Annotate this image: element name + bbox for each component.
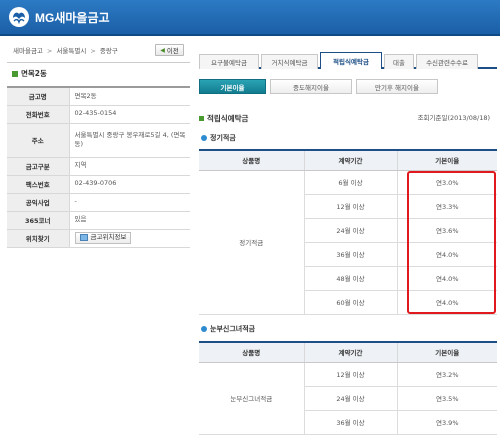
info-value: 면목2동 (69, 87, 190, 106)
product-name-cell: 눈부신그녀적금 (199, 362, 305, 435)
info-key: 주소 (7, 123, 70, 158)
header-divider (0, 34, 500, 36)
tab-loan[interactable]: 대출 (384, 54, 414, 69)
term-cell: 12월 이상 (304, 194, 398, 219)
mg-logo-icon (9, 7, 29, 27)
round-bullet-icon (201, 326, 207, 332)
term-cell: 24월 이상 (304, 386, 398, 411)
location-map-label: 금고위치정보 (90, 233, 127, 242)
term-cell: 24월 이상 (304, 218, 398, 243)
info-row: 전화번호 02-435-0154 (7, 105, 190, 124)
column-header: 기본이율 (397, 150, 497, 171)
logo-text: MG새마을금고 (35, 10, 110, 25)
top-header-bar: MG새마을금고 (0, 0, 500, 34)
column-header: 기본이율 (397, 342, 497, 363)
info-row: 금고구분 지역 (7, 157, 190, 176)
breadcrumb: 새마을금고 > 서울특별시 > 중랑구 (13, 45, 120, 55)
branch-title: 면목2동 (12, 68, 47, 79)
round-bullet-icon (201, 135, 207, 141)
info-key: 금고명 (7, 87, 70, 106)
product-title-text: 정기적금 (210, 134, 236, 142)
mg-logo[interactable]: MG새마을금고 (8, 6, 110, 28)
info-row: 주소 서울특별시 중랑구 봉우재로5길 4, (면목동) (7, 123, 190, 158)
map-icon (79, 234, 88, 242)
info-key: 공익사업 (7, 193, 70, 212)
term-cell: 60월 이상 (304, 290, 398, 315)
rate-subtabs: 기본이율 중도해지이율 만기후 해지이율 (199, 79, 442, 94)
term-cell: 36월 이상 (304, 410, 398, 435)
info-value: - (69, 193, 190, 212)
breadcrumb-separator: > (46, 47, 53, 55)
square-bullet-icon (199, 116, 204, 121)
product-title: 눈부신그녀적금 (201, 324, 255, 334)
branch-name: 면목2동 (21, 69, 47, 78)
product-name-cell: 정기적금 (199, 170, 305, 315)
info-value: 금고위치정보 (69, 229, 190, 248)
location-map-button[interactable]: 금고위치정보 (74, 231, 132, 244)
subtab-basic-rate[interactable]: 기본이율 (199, 79, 266, 94)
rate-cell: 연3.9% (397, 410, 497, 435)
info-row: 위치찾기 금고위치정보 (7, 229, 190, 248)
breadcrumb-item[interactable]: 중랑구 (100, 47, 118, 55)
info-row: 팩스번호 02-439-0706 (7, 175, 190, 194)
term-cell: 36월 이상 (304, 242, 398, 267)
term-cell: 12월 이상 (304, 362, 398, 387)
info-key: 금고구분 (7, 157, 70, 176)
info-row: 금고명 면목2동 (7, 87, 190, 106)
branch-info-table: 금고명 면목2동 전화번호 02-435-0154 주소 서울특별시 중랑구 봉우재로… (7, 86, 190, 248)
info-value: 있음 (69, 211, 190, 230)
info-value: 02-435-0154 (69, 105, 190, 124)
info-key: 팩스번호 (7, 175, 70, 194)
breadcrumb-item[interactable]: 새마을금고 (13, 47, 43, 55)
info-value: 지역 (69, 157, 190, 176)
prev-button[interactable]: ◀ 이전 (155, 44, 184, 56)
as-of-date: 조회기준일(2013/08/18) (417, 114, 490, 122)
column-header: 계약기간 (304, 150, 398, 171)
column-header: 계약기간 (304, 342, 398, 363)
info-row: 공익사업 - (7, 193, 190, 212)
section-title-text: 적립식예탁금 (207, 114, 249, 123)
tab-fixed-deposit[interactable]: 거치식예탁금 (261, 54, 318, 69)
subtab-post-maturity-rate[interactable]: 만기후 해지이율 (356, 79, 438, 94)
section-title: 적립식예탁금 (199, 113, 248, 124)
rate-table-header: 상품명 계약기간 기본이율 (199, 342, 497, 363)
column-header: 상품명 (199, 150, 305, 171)
info-row: 365코너 있음 (7, 211, 190, 230)
rate-table: 상품명 계약기간 기본이율 눈부신그녀적금 12월 이상 연3.2% 24월 이… (199, 341, 497, 435)
product-title: 정기적금 (201, 133, 236, 143)
tab-demand-deposit[interactable]: 요구불예탁금 (199, 54, 259, 69)
column-header: 상품명 (199, 342, 305, 363)
term-cell: 6월 이상 (304, 170, 398, 195)
info-key: 위치찾기 (7, 229, 70, 248)
product-tabs: 요구불예탁금 거치식예탁금 적립식예탁금 대출 수신관련수수료 (199, 52, 497, 69)
rate-cell: 연3.2% (397, 362, 497, 387)
prev-button-label: 이전 (166, 47, 179, 55)
product-title-text: 눈부신그녀적금 (210, 325, 256, 333)
term-cell: 48월 이상 (304, 266, 398, 291)
rate-highlight-box (407, 171, 496, 314)
table-row: 눈부신그녀적금 12월 이상 연3.2% (199, 362, 497, 435)
tab-fees[interactable]: 수신관련수수료 (416, 54, 478, 69)
subtab-early-termination-rate[interactable]: 중도해지이율 (270, 79, 352, 94)
breadcrumb-separator: > (90, 47, 96, 55)
arrow-left-icon: ◀ (160, 46, 165, 54)
info-key: 365코너 (7, 211, 70, 230)
info-value: 02-439-0706 (69, 175, 190, 194)
rate-table-header: 상품명 계약기간 기본이율 (199, 150, 497, 171)
rate-cell: 연3.5% (397, 386, 497, 411)
info-value: 서울특별시 중랑구 봉우재로5길 4, (면목동) (69, 123, 190, 158)
square-bullet-icon (12, 70, 18, 77)
breadcrumb-item[interactable]: 서울특별시 (56, 47, 86, 55)
divider (7, 62, 190, 63)
info-key: 전화번호 (7, 105, 70, 124)
tab-installment-deposit[interactable]: 적립식예탁금 (320, 52, 382, 69)
